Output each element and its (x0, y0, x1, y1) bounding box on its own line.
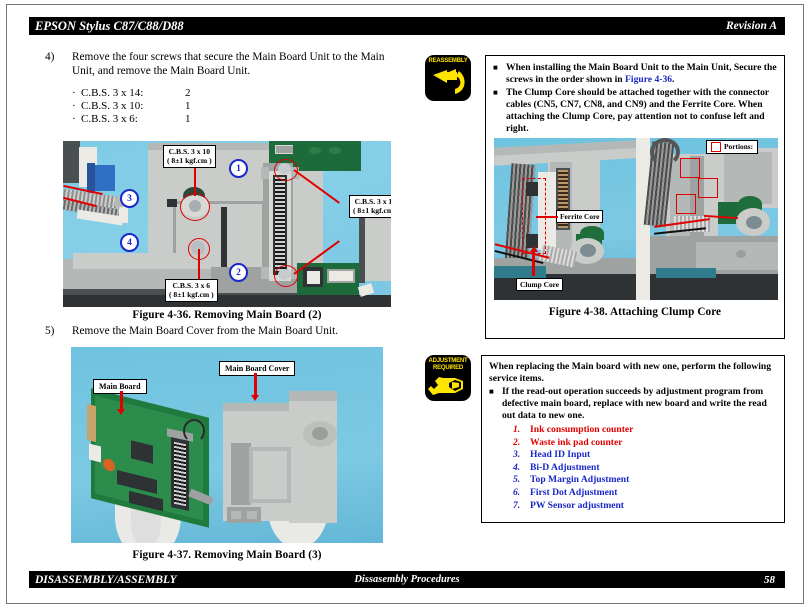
service-item-label: Waste ink pad counter (530, 436, 623, 448)
bullet-dot-icon: · (72, 87, 76, 99)
label-ferrite-core: Ferrite Core (556, 210, 604, 224)
reassembly-item-text: The Clump Core should be attached togeth… (506, 87, 770, 134)
portion-highlight-box (680, 158, 700, 178)
figure-4-38-right-photo: Portions: (636, 138, 778, 300)
callout-line-1: C.B.S. 3 x 10 (168, 147, 211, 156)
callout-line-2: ( 8±1 kgf.cm ) (169, 290, 214, 300)
service-item-list: 1. Ink consumption counter 2. Waste ink pa… (513, 424, 777, 512)
label-clump-core: Clump Core (516, 278, 564, 292)
adjustment-icon-label-1: ADJUSTMENT (428, 358, 468, 364)
bullet-label: C.B.S. 3 x 6: (81, 113, 138, 126)
bullet-item: · C.B.S. 3 x 6: 1 (72, 113, 405, 126)
service-item: 4. Bi-D Adjustment (513, 461, 600, 473)
footer-page-number: 58 (764, 573, 775, 586)
service-item: 7. PW Sensor adjustment (513, 499, 624, 511)
bullet-qty: 1 (185, 113, 191, 126)
reassembly-item-text: When installing the Main Board Unit to t… (506, 62, 777, 85)
portion-highlight-box (676, 194, 696, 214)
bullet-qty: 2 (185, 87, 191, 99)
adjustment-note-box: When replacing the Main board with new o… (481, 355, 785, 523)
adjustment-intro: When replacing the Main board with new o… (489, 361, 772, 384)
callout-box-cbs-3x6: C.B.S. 3 x 6 ( 8±1 kgf.cm ) (165, 279, 218, 302)
label-main-board-cover: Main Board Cover (219, 361, 296, 377)
header-revision: Revision A (725, 20, 777, 32)
step-5-number: 5) (45, 325, 55, 337)
square-bullet-icon: ■ (493, 63, 498, 72)
service-item: 6. First Dot Adjustment (513, 486, 618, 498)
left-column: 4) Remove the four screws that secure th… (45, 51, 405, 127)
reassembly-item: ■ When installing the Main Board Unit to… (493, 62, 777, 86)
reassembly-item: ■ The Clump Core should be attached toge… (493, 87, 777, 135)
callout-marker-1: 1 (229, 159, 248, 178)
reassembly-note-box: ■ When installing the Main Board Unit to… (485, 55, 785, 339)
square-bullet-icon: ■ (489, 387, 494, 396)
step-5-text: Remove the Main Board Cover from the Mai… (72, 325, 339, 337)
step-4-bullet-list: · C.B.S. 3 x 14: 2 · C.B.S. 3 x 10: 1 · … (72, 87, 405, 127)
service-item-label: Head ID Input (530, 449, 591, 461)
step-4: 4) Remove the four screws that secure th… (45, 51, 405, 78)
legend-portions: Portions: (706, 140, 759, 154)
adjustment-icon-label-2: REQUIRED (432, 365, 464, 371)
portion-highlight-box (698, 178, 718, 198)
step-5: 5) Remove the Main Board Cover from the … (45, 325, 405, 339)
callout-marker-2: 2 (229, 263, 248, 282)
service-item: 2. Waste ink pad counter (513, 436, 623, 448)
reassembly-icon-label: REASSEMBLY (428, 58, 468, 64)
bullet-dot-icon: · (72, 100, 76, 113)
footer-subsection: Dissasembly Procedures (354, 574, 460, 585)
service-item-label: First Dot Adjustment (530, 486, 618, 498)
adjustment-bullet-text: If the read-out operation succeeds by ad… (502, 386, 767, 421)
figure-link[interactable]: Figure 4-36 (625, 74, 672, 85)
service-item: 1. Ink consumption counter (513, 424, 634, 435)
leader-line (194, 166, 196, 196)
portions-swatch-icon (711, 142, 721, 152)
bullet-label: C.B.S. 3 x 10: (81, 100, 144, 113)
screw-highlight-ring (274, 265, 298, 287)
service-item: 5. Top Margin Adjustment (513, 474, 630, 486)
bullet-qty: 1 (185, 100, 191, 113)
callout-box-cbs-3x14: C.B.S. 3 x 14 ( 8±1 kgf.cm ) (349, 195, 391, 218)
figure-4-38-caption: Figure 4-38. Attaching Clump Core (548, 306, 722, 318)
step-4-number: 4) (45, 51, 55, 63)
callout-marker-3: 3 (120, 189, 139, 208)
manual-page: EPSON Stylus C87/C88/D88 Revision A 4) R… (6, 4, 804, 604)
callout-line-1: C.B.S. 3 x 14 (354, 197, 391, 206)
page-footer: DISASSEMBLY/ASSEMBLY Dissasembly Procedu… (29, 571, 785, 588)
service-item-label: Ink consumption counter (530, 424, 634, 435)
callout-line-2: ( 8±1 kgf.cm ) (353, 206, 391, 216)
service-item-label: Bi-D Adjustment (530, 461, 600, 473)
figure-4-38-photo: Ferrite Core Clump Core Portions: (494, 138, 778, 300)
reassembly-arrow-icon (433, 69, 465, 94)
adjustment-bullet: ■ If the read-out operation succeeds by … (489, 386, 777, 422)
figure-4-38-left-photo: Ferrite Core Clump Core (494, 138, 636, 300)
service-item: 3. Head ID Input (513, 449, 591, 461)
figure-4-37-photo: Main Board Main Board Cover (71, 347, 383, 543)
callout-marker-4: 4 (120, 233, 139, 252)
square-bullet-icon: ■ (493, 88, 498, 97)
callout-line-2: ( 8±1 kgf.cm ) (167, 156, 212, 166)
screw-highlight-ring (180, 193, 210, 221)
bullet-item: · C.B.S. 3 x 14: 2 (72, 87, 405, 100)
figure-4-36-photo: 3 4 1 2 C.B.S. 3 x 10 ( 8±1 kgf.cm ) C.B… (63, 141, 391, 307)
figure-4-36-caption: Figure 4-36. Removing Main Board (2) (132, 309, 322, 321)
callout-box-cbs-3x10: C.B.S. 3 x 10 ( 8±1 kgf.cm ) (163, 145, 216, 168)
step-4-text: Remove the four screws that secure the M… (72, 51, 385, 77)
bullet-item: · C.B.S. 3 x 10: 1 (72, 100, 405, 113)
bullet-dot-icon: · (72, 113, 76, 126)
reassembly-icon: REASSEMBLY (425, 55, 471, 101)
page-header: EPSON Stylus C87/C88/D88 Revision A (29, 17, 785, 35)
service-item-label: PW Sensor adjustment (530, 499, 624, 511)
service-item-label: Top Margin Adjustment (530, 474, 630, 486)
wrench-icon (428, 377, 463, 395)
footer-section: DISASSEMBLY/ASSEMBLY (35, 573, 177, 586)
bullet-label: C.B.S. 3 x 14: (81, 87, 144, 99)
figure-4-37-caption: Figure 4-37. Removing Main Board (3) (132, 549, 322, 561)
adjustment-required-icon: ADJUSTMENT REQUIRED (425, 355, 471, 401)
callout-line-1: C.B.S. 3 x 6 (172, 281, 211, 290)
header-title: EPSON Stylus C87/C88/D88 (35, 18, 184, 33)
